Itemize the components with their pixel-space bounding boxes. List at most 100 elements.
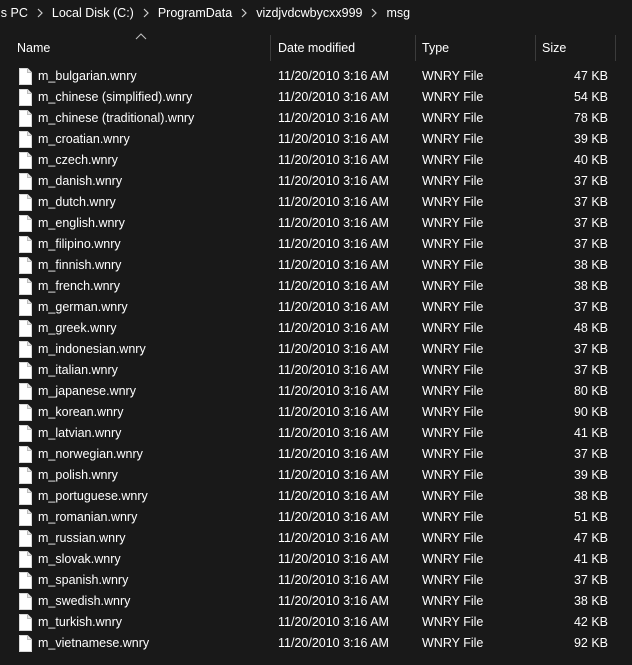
file-row[interactable]: m_japanese.wnry 11/20/2010 3:16 AM WNRY Fi…: [0, 381, 632, 402]
breadcrumb-item-programdata[interactable]: ProgramData: [156, 0, 234, 26]
file-row[interactable]: m_indonesian.wnry 11/20/2010 3:16 AM WNRY …: [0, 339, 632, 360]
file-size: 37 KB: [573, 342, 608, 356]
file-row[interactable]: m_spanish.wnry 11/20/2010 3:16 AM WNRY Fil…: [0, 570, 632, 591]
file-type: WNRY File: [422, 216, 484, 230]
file-row[interactable]: m_turkish.wnry 11/20/2010 3:16 AM WNRY Fil…: [0, 612, 632, 633]
file-row[interactable]: m_bulgarian.wnry 11/20/2010 3:16 AM WNRY F…: [0, 66, 632, 87]
file-row[interactable]: m_german.wnry 11/20/2010 3:16 AM WNRY File…: [0, 297, 632, 318]
file-row[interactable]: m_portuguese.wnry 11/20/2010 3:16 AM WNRY …: [0, 486, 632, 507]
file-type: WNRY File: [422, 552, 484, 566]
file-icon: [19, 278, 32, 295]
file-size: 37 KB: [573, 300, 608, 314]
file-row[interactable]: m_italian.wnry 11/20/2010 3:16 AM WNRY Fil…: [0, 360, 632, 381]
file-icon: [19, 320, 32, 337]
file-size: 37 KB: [573, 363, 608, 377]
file-type: WNRY File: [422, 531, 484, 545]
file-icon: [19, 194, 32, 211]
breadcrumb-item-folder[interactable]: vizdjvdcwbycxx999: [254, 0, 364, 26]
file-list: m_bulgarian.wnry 11/20/2010 3:16 AM WNRY F…: [0, 66, 632, 654]
file-type: WNRY File: [422, 405, 484, 419]
file-date-modified: 11/20/2010 3:16 AM: [278, 321, 389, 335]
file-icon: [19, 509, 32, 526]
file-size: 38 KB: [573, 258, 608, 272]
column-type[interactable]: Type: [416, 35, 535, 60]
file-size: 41 KB: [573, 552, 608, 566]
column-date-modified[interactable]: Date modified: [272, 35, 415, 60]
file-date-modified: 11/20/2010 3:16 AM: [278, 552, 389, 566]
file-size: 37 KB: [573, 216, 608, 230]
file-row[interactable]: m_swedish.wnry 11/20/2010 3:16 AM WNRY Fil…: [0, 591, 632, 612]
file-type: WNRY File: [422, 69, 484, 83]
file-row[interactable]: m_filipino.wnry 11/20/2010 3:16 AM WNRY Fi…: [0, 234, 632, 255]
file-type: WNRY File: [422, 321, 484, 335]
file-icon: [19, 446, 32, 463]
file-name: m_german.wnry: [38, 300, 128, 314]
file-row[interactable]: m_vietnamese.wnry 11/20/2010 3:16 AM WNRY …: [0, 633, 632, 654]
file-size: 39 KB: [573, 468, 608, 482]
file-size: 90 KB: [573, 405, 608, 419]
file-name: m_chinese (traditional).wnry: [38, 111, 195, 125]
file-date-modified: 11/20/2010 3:16 AM: [278, 258, 389, 272]
file-row[interactable]: m_chinese (traditional).wnry 11/20/2010 3…: [0, 108, 632, 129]
file-icon: [19, 215, 32, 232]
file-date-modified: 11/20/2010 3:16 AM: [278, 111, 389, 125]
file-icon: [19, 404, 32, 421]
breadcrumb-item-this-pc[interactable]: is PC: [0, 0, 30, 26]
file-row[interactable]: m_dutch.wnry 11/20/2010 3:16 AM WNRY File 3…: [0, 192, 632, 213]
file-explorer-window: is PC Local Disk (C:) ProgramData vizdjv…: [0, 0, 632, 665]
file-date-modified: 11/20/2010 3:16 AM: [278, 237, 389, 251]
file-row[interactable]: m_croatian.wnry 11/20/2010 3:16 AM WNRY Fi…: [0, 129, 632, 150]
chevron-right-icon[interactable]: [136, 0, 156, 26]
file-row[interactable]: m_czech.wnry 11/20/2010 3:16 AM WNRY File 4…: [0, 150, 632, 171]
file-date-modified: 11/20/2010 3:16 AM: [278, 531, 389, 545]
file-date-modified: 11/20/2010 3:16 AM: [278, 279, 389, 293]
file-type: WNRY File: [422, 195, 484, 209]
chevron-right-icon[interactable]: [364, 0, 384, 26]
file-name: m_japanese.wnry: [38, 384, 136, 398]
file-date-modified: 11/20/2010 3:16 AM: [278, 447, 389, 461]
chevron-right-icon[interactable]: [234, 0, 254, 26]
file-row[interactable]: m_russian.wnry 11/20/2010 3:16 AM WNRY Fil…: [0, 528, 632, 549]
file-date-modified: 11/20/2010 3:16 AM: [278, 153, 389, 167]
file-size: 38 KB: [573, 594, 608, 608]
file-type: WNRY File: [422, 615, 484, 629]
file-row[interactable]: m_polish.wnry 11/20/2010 3:16 AM WNRY File…: [0, 465, 632, 486]
file-name: m_english.wnry: [38, 216, 125, 230]
file-name: m_turkish.wnry: [38, 615, 123, 629]
file-name: m_russian.wnry: [38, 531, 126, 545]
breadcrumb-item-msg[interactable]: msg: [384, 0, 412, 26]
file-row[interactable]: m_norwegian.wnry 11/20/2010 3:16 AM WNRY F…: [0, 444, 632, 465]
file-name: m_portuguese.wnry: [38, 489, 148, 503]
file-type: WNRY File: [422, 384, 484, 398]
file-row[interactable]: m_romanian.wnry 11/20/2010 3:16 AM WNRY Fi…: [0, 507, 632, 528]
file-row[interactable]: m_finnish.wnry 11/20/2010 3:16 AM WNRY Fil…: [0, 255, 632, 276]
file-size: 92 KB: [573, 636, 608, 650]
file-row[interactable]: m_slovak.wnry 11/20/2010 3:16 AM WNRY File…: [0, 549, 632, 570]
file-icon: [19, 299, 32, 316]
chevron-right-icon[interactable]: [30, 0, 50, 26]
column-size[interactable]: Size: [536, 35, 616, 60]
file-name: m_vietnamese.wnry: [38, 636, 150, 650]
file-row[interactable]: m_chinese (simplified).wnry 11/20/2010 3:…: [0, 87, 632, 108]
file-name: m_polish.wnry: [38, 468, 118, 482]
file-size: 37 KB: [573, 573, 608, 587]
file-size: 37 KB: [573, 237, 608, 251]
file-size: 48 KB: [573, 321, 608, 335]
file-icon: [19, 89, 32, 106]
file-row[interactable]: m_latvian.wnry 11/20/2010 3:16 AM WNRY Fil…: [0, 423, 632, 444]
file-row[interactable]: m_greek.wnry 11/20/2010 3:16 AM WNRY File 4…: [0, 318, 632, 339]
file-date-modified: 11/20/2010 3:16 AM: [278, 90, 389, 104]
file-row[interactable]: m_korean.wnry 11/20/2010 3:16 AM WNRY File…: [0, 402, 632, 423]
file-name: m_bulgarian.wnry: [38, 69, 137, 83]
column-name[interactable]: Name: [11, 35, 270, 60]
file-icon: [19, 572, 32, 589]
file-icon: [19, 467, 32, 484]
column-divider[interactable]: [615, 35, 616, 61]
column-divider[interactable]: [270, 35, 271, 61]
file-row[interactable]: m_french.wnry 11/20/2010 3:16 AM WNRY File…: [0, 276, 632, 297]
breadcrumb-item-local-disk[interactable]: Local Disk (C:): [50, 0, 136, 26]
file-type: WNRY File: [422, 237, 484, 251]
file-row[interactable]: m_english.wnry 11/20/2010 3:16 AM WNRY Fil…: [0, 213, 632, 234]
file-row[interactable]: m_danish.wnry 11/20/2010 3:16 AM WNRY File…: [0, 171, 632, 192]
file-icon: [19, 593, 32, 610]
